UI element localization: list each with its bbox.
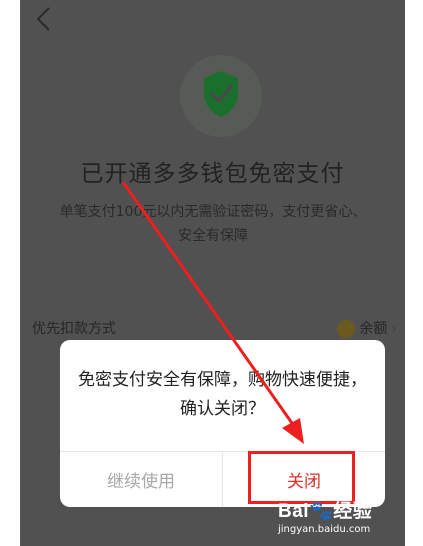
paw-icon: 🐾 bbox=[309, 501, 334, 522]
watermark-logo: Bai🐾经验 bbox=[278, 501, 373, 522]
watermark-url: jingyan.baidu.com bbox=[278, 524, 371, 535]
annotation-arrow bbox=[121, 181, 304, 444]
baidu-watermark: Bai🐾经验 jingyan.baidu.com bbox=[278, 496, 408, 540]
